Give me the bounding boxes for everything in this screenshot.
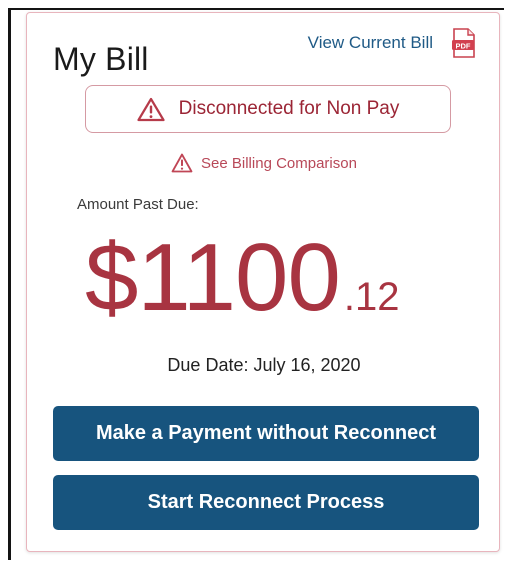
pdf-icon-text: PDF	[456, 41, 471, 50]
billing-comparison-link[interactable]: See Billing Comparison	[27, 153, 501, 173]
window-border-top	[8, 8, 504, 10]
status-badge: Disconnected for Non Pay	[85, 85, 451, 133]
warning-triangle-icon	[171, 153, 193, 173]
card-title: My Bill	[53, 41, 149, 77]
amount-past-due: $1100.12	[85, 223, 399, 333]
pdf-icon[interactable]: PDF	[451, 28, 477, 58]
due-date-label: Due Date:	[167, 355, 249, 375]
warning-triangle-icon	[137, 97, 165, 122]
make-payment-without-reconnect-button[interactable]: Make a Payment without Reconnect	[53, 406, 479, 461]
due-date-value: July 16, 2020	[253, 355, 361, 375]
window-border-left	[8, 8, 11, 560]
amount-past-due-label: Amount Past Due:	[77, 196, 199, 213]
due-date: Due Date: July 16, 2020	[27, 355, 501, 376]
billing-comparison-label[interactable]: See Billing Comparison	[201, 155, 357, 172]
amount-dollars: $1100	[85, 224, 341, 331]
page-frame: My Bill View Current Bill PDF Disconnect…	[0, 0, 508, 565]
view-current-bill-link[interactable]: View Current Bill	[308, 33, 433, 53]
amount-cents: .12	[343, 275, 400, 319]
my-bill-card: My Bill View Current Bill PDF Disconnect…	[26, 12, 500, 552]
status-text: Disconnected for Non Pay	[178, 98, 400, 119]
start-reconnect-process-button[interactable]: Start Reconnect Process	[53, 475, 479, 530]
